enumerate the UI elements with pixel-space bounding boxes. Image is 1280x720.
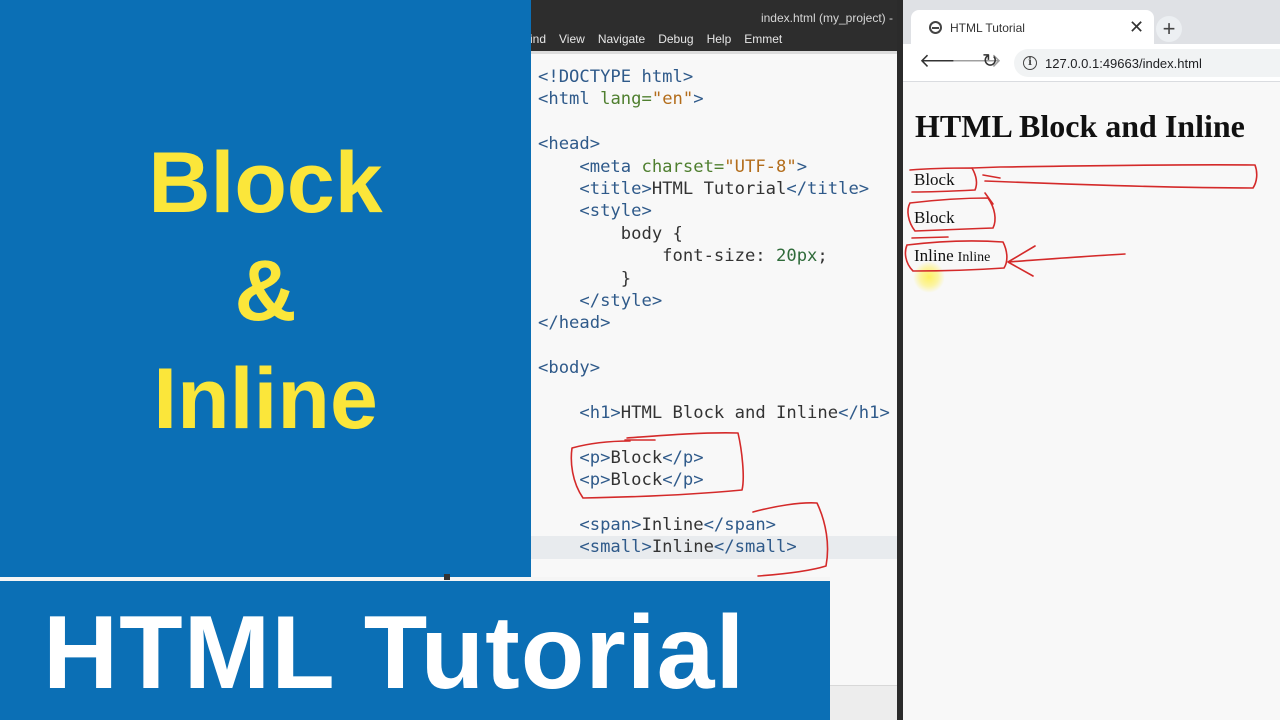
banner-title: HTML Tutorial [43, 595, 746, 711]
globe-icon [929, 21, 942, 34]
tab-close-button[interactable]: ✕ [1129, 17, 1144, 38]
promo-line-inline: Inline [153, 350, 378, 447]
code-token: <p> [538, 447, 611, 468]
code-line[interactable]: <style> [531, 200, 897, 222]
page-small-text: Inline [957, 250, 991, 265]
code-token: </span> [703, 514, 777, 535]
code-line[interactable]: font-size: 20px; [531, 245, 897, 267]
code-token: </title> [786, 178, 870, 199]
editor-titlebar: index.html (my_project) - [531, 0, 897, 26]
code-token: </small> [713, 537, 797, 558]
code-line[interactable] [531, 424, 897, 446]
code-token: <title> [538, 178, 652, 199]
code-token: font-size: [538, 246, 776, 267]
code-token: <style> [538, 201, 652, 222]
code-line[interactable]: </head> [531, 312, 897, 334]
code-token: HTML Tutorial [651, 178, 787, 199]
page-heading: HTML Block and Inline [915, 108, 1245, 144]
menu-find[interactable]: ind [531, 32, 546, 46]
editor-window-title: index.html (my_project) - [760, 11, 893, 25]
code-token: Inline [641, 514, 704, 535]
code-token: </p> [662, 470, 704, 491]
code-token: <html [538, 89, 590, 110]
code-token: Block [610, 470, 663, 491]
code-token: 20px [776, 246, 818, 267]
browser-window: HTML Tutorial ✕ + ▕ 🡐 🡒 ↻ i 127.0.0.1:49… [903, 0, 1280, 720]
code-line[interactable] [531, 379, 897, 401]
banner-divider [0, 577, 830, 581]
code-token: <!DOCTYPE html> [538, 67, 694, 87]
code-line[interactable]: <!DOCTYPE html> [531, 66, 897, 88]
code-token: body { [538, 223, 683, 244]
browser-toolbar: 🡐 🡒 ↻ i 127.0.0.1:49663/index.html [903, 44, 1280, 82]
scroll-marker [444, 574, 450, 580]
code-token: Block [610, 447, 663, 468]
code-token: HTML Block and Inline [620, 402, 839, 423]
page-block-paragraph: Block [914, 170, 955, 189]
code-line[interactable]: <title>HTML Tutorial</title> [531, 178, 897, 200]
code-line[interactable]: <html lang="en"> [531, 88, 897, 110]
reload-icon[interactable]: ↻ [982, 52, 998, 72]
code-line[interactable] [531, 491, 897, 513]
code-token: <head> [538, 134, 601, 155]
info-icon[interactable]: i [1023, 56, 1037, 70]
code-token: "en" [651, 89, 694, 110]
code-line[interactable]: <meta charset="UTF-8"> [531, 156, 897, 178]
page-block-paragraph: Block [914, 208, 955, 227]
menu-debug[interactable]: Debug [658, 32, 693, 46]
code-line[interactable]: body { [531, 223, 897, 245]
menu-emmet[interactable]: Emmet [744, 32, 782, 46]
code-line[interactable]: <h1>HTML Block and Inline</h1> [531, 402, 897, 424]
code-token: <p> [538, 470, 611, 491]
code-line[interactable]: </style> [531, 290, 897, 312]
code-line[interactable] [531, 111, 897, 133]
code-token: > [693, 89, 704, 110]
code-token: <h1> [538, 402, 621, 423]
code-token: } [538, 268, 632, 289]
code-token: "UTF-8" [724, 156, 797, 177]
code-token: <body> [538, 358, 601, 379]
promo-heading: Block & Inline [148, 129, 382, 453]
page-viewport: HTML Block and Inline Block Block Inline… [903, 83, 1280, 720]
tab-title: HTML Tutorial [950, 21, 1025, 35]
url-text: 127.0.0.1:49663/index.html [1045, 56, 1202, 71]
code-line[interactable]: <body> [531, 357, 897, 379]
code-token: </h1> [838, 402, 890, 423]
code-line-current[interactable]: <small>Inline</small> [531, 536, 897, 559]
page-span-text: Inline [914, 246, 954, 265]
code-token: <small> [538, 537, 652, 558]
new-tab-button[interactable]: + [1156, 16, 1182, 42]
promo-line-ampersand: & [234, 242, 297, 339]
code-token: charset= [631, 156, 725, 177]
code-line[interactable]: <span>Inline</span> [531, 514, 897, 536]
code-line[interactable]: <p>Block</p> [531, 447, 897, 469]
code-token: </p> [662, 447, 704, 468]
code-token: </style> [538, 290, 663, 311]
menu-navigate[interactable]: Navigate [598, 32, 645, 46]
menu-help[interactable]: Help [707, 32, 732, 46]
code-token: </head> [538, 313, 611, 334]
code-line[interactable] [531, 335, 897, 357]
code-token: <meta [538, 156, 632, 177]
code-token: Inline [651, 537, 714, 558]
code-line[interactable]: <head> [531, 133, 897, 155]
editor-separator [531, 51, 897, 54]
editor-menubar: ind View Navigate Debug Help Emmet [531, 26, 897, 51]
code-line[interactable]: <p>Block</p> [531, 469, 897, 491]
promo-panel: Block & Inline [0, 0, 531, 577]
code-token: lang= [589, 89, 652, 110]
browser-tabstrip: HTML Tutorial ✕ + ▕ [903, 0, 1280, 44]
address-bar[interactable]: i 127.0.0.1:49663/index.html [1014, 49, 1280, 77]
code-token: ; [817, 246, 828, 267]
browser-tab[interactable]: HTML Tutorial ✕ [911, 10, 1154, 44]
promo-line-block: Block [148, 134, 383, 231]
menu-view[interactable]: View [559, 32, 585, 46]
code-token: > [796, 156, 808, 177]
code-area[interactable]: <!DOCTYPE html> <html lang="en"> <head> … [531, 66, 897, 559]
code-token: <span> [538, 514, 642, 535]
page-inline-row: Inline Inline [914, 246, 990, 266]
code-line[interactable]: } [531, 268, 897, 290]
title-banner: HTML Tutorial [0, 577, 830, 720]
window-controls-icon[interactable]: ▕ [1272, 18, 1280, 34]
